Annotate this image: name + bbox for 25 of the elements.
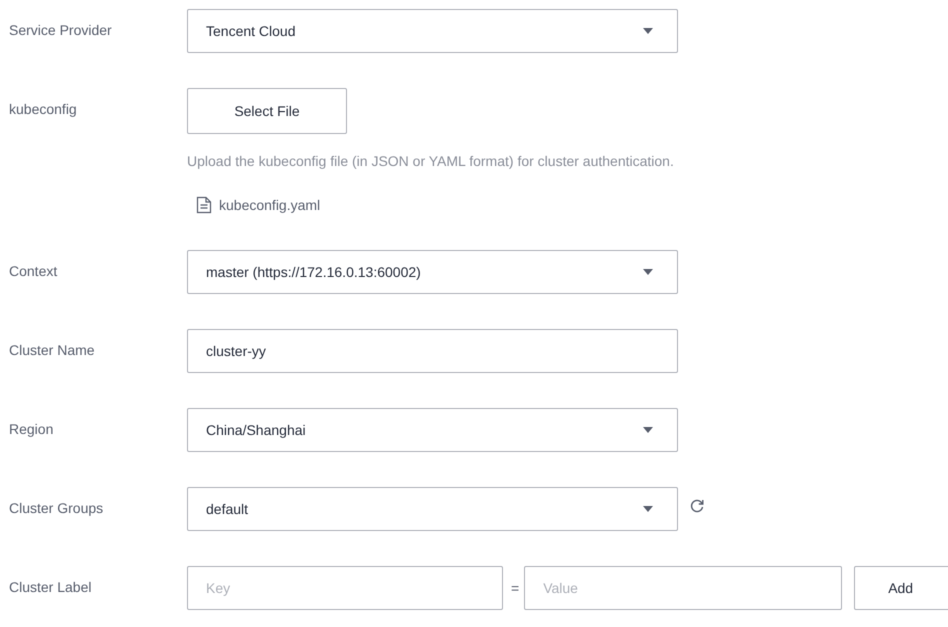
field-label: kubeconfig [9, 100, 78, 119]
caret-icon [643, 427, 653, 433]
dropdown[interactable]: Tencent Cloud [187, 9, 678, 53]
caret-icon [643, 506, 653, 512]
value-field[interactable]: Value [524, 566, 842, 610]
caret-icon [643, 28, 653, 34]
help-text: Upload the kubeconfig file (in JSON or YAML format) for cluster authentication. [187, 152, 674, 171]
field-label: Cluster Label [9, 578, 92, 597]
dropdown[interactable]: master (https://172.16.0.13:60002) [187, 250, 678, 294]
field-label: Cluster Name [9, 341, 96, 360]
document-icon [196, 196, 212, 214]
field-label: Service Provider [9, 21, 113, 40]
add-button[interactable]: Add [854, 566, 948, 610]
refresh-icon[interactable] [690, 499, 704, 513]
caret-icon [643, 269, 653, 275]
field-label: Cluster Groups [9, 499, 104, 518]
select-file-button[interactable]: Select File [187, 88, 347, 134]
text-field[interactable]: cluster-yy [187, 329, 678, 373]
dropdown[interactable]: default [187, 487, 678, 531]
field-label: Region [9, 420, 54, 439]
file-name: kubeconfig.yaml [219, 197, 320, 213]
key-field[interactable]: Key [187, 566, 503, 610]
dropdown[interactable]: China/Shanghai [187, 408, 678, 452]
field-label: Context [9, 262, 58, 281]
equals-sign: = [511, 580, 520, 596]
